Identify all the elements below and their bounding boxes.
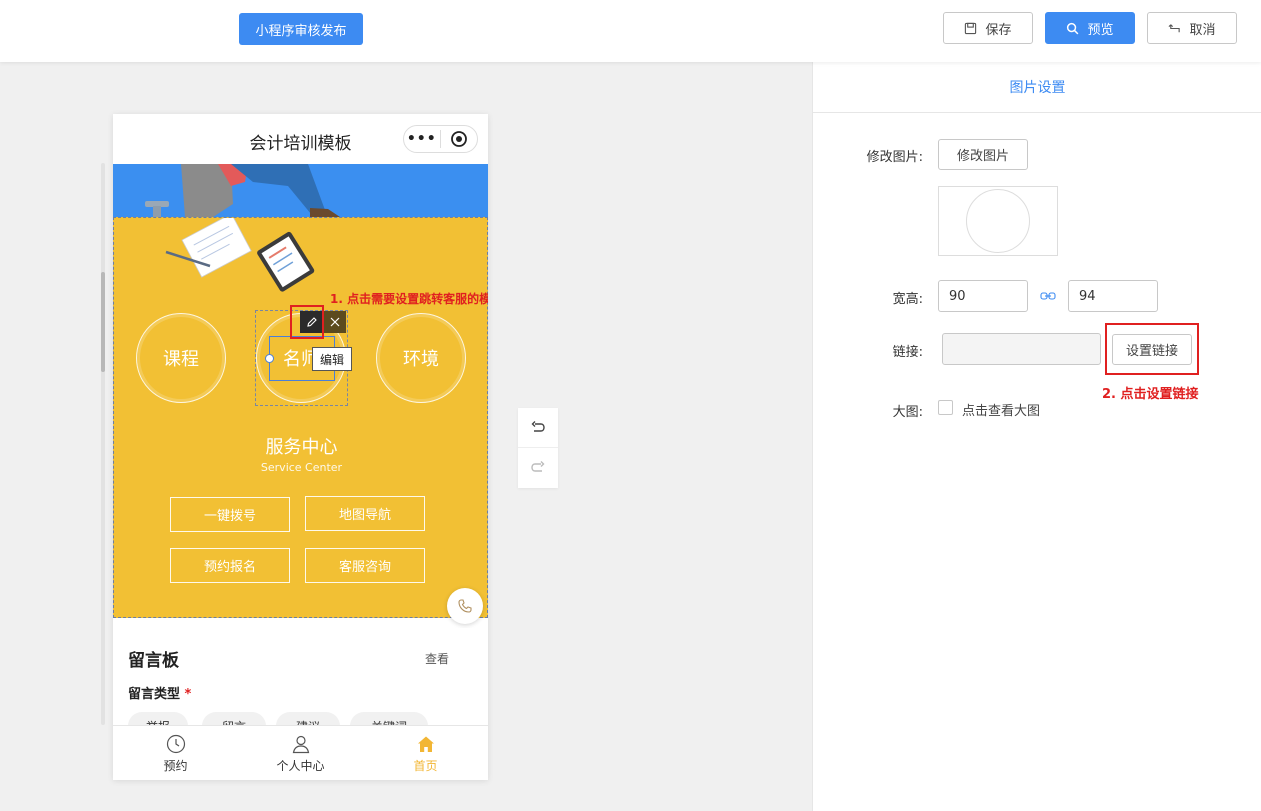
image-settings-panel: 图片设置 修改图片: 修改图片 宽高: 链接: 设置链接 2. 点击设置链接 大…	[812, 62, 1261, 811]
tab-booking[interactable]: 预约	[113, 726, 238, 780]
link-label: 链接:	[892, 345, 923, 360]
call-button[interactable]: 一键拨号	[170, 497, 290, 532]
close-target-icon[interactable]	[441, 130, 478, 148]
link-input[interactable]	[942, 333, 1101, 365]
annotation-highlight-edit	[290, 305, 324, 339]
phone-preview: 会计培训模板 ••• 课程 名师 环境 编辑 1. 点击需要设置跳转客服的模 服…	[113, 114, 488, 780]
width-input[interactable]	[938, 280, 1028, 312]
message-board-title: 留言板	[128, 651, 179, 671]
message-type-label: 留言类型 *	[128, 683, 191, 702]
map-navigation-button[interactable]: 地图导航	[305, 496, 425, 531]
history-toolbar	[518, 408, 558, 488]
tab-label: 首页	[413, 758, 438, 773]
change-image-button[interactable]: 修改图片	[938, 139, 1028, 170]
annotation-step-1: 1. 点击需要设置跳转客服的模块编辑按钮	[330, 292, 488, 306]
mini-program-capsule: •••	[403, 125, 478, 153]
banner-image[interactable]	[113, 164, 488, 217]
large-image-label: 大图:	[892, 405, 923, 420]
save-button-label: 保存	[985, 22, 1012, 38]
customer-service-button[interactable]: 客服咨询	[305, 548, 425, 583]
banner-illustration	[145, 164, 340, 217]
undo-arrow-icon	[1169, 23, 1181, 32]
height-input[interactable]	[1068, 280, 1158, 312]
bottom-tab-bar: 预约 个人中心 首页	[113, 725, 488, 780]
tab-profile[interactable]: 个人中心	[238, 726, 363, 780]
top-toolbar: 小程序审核发布 保存 预览 取消	[0, 0, 1261, 62]
service-title: 服务中心	[265, 437, 338, 458]
canvas-scrollbar-track[interactable]	[101, 163, 105, 725]
more-dots-icon[interactable]: •••	[404, 130, 441, 148]
home-icon	[417, 736, 434, 752]
save-button[interactable]: 保存	[943, 12, 1033, 44]
preview-button-label: 预览	[1087, 22, 1114, 38]
tab-label: 个人中心	[276, 758, 325, 773]
large-image-checkbox[interactable]	[938, 400, 953, 415]
booking-button[interactable]: 预约报名	[170, 548, 290, 583]
required-mark: *	[184, 687, 192, 702]
message-board-more-link[interactable]: 查看	[425, 650, 449, 667]
preview-button[interactable]: 预览	[1045, 12, 1135, 44]
large-image-checkbox-label[interactable]: 点击查看大图	[962, 400, 1040, 419]
search-icon	[1067, 22, 1079, 34]
image-preview-circle	[966, 189, 1030, 253]
resize-handle[interactable]	[265, 354, 274, 363]
annotation-highlight-link	[1105, 323, 1199, 375]
edit-tooltip: 编辑	[312, 347, 352, 371]
tab-label: 预约	[163, 758, 188, 773]
message-board: 留言板 查看 留言类型 * 举报 留言 建议 关键词	[113, 628, 488, 740]
environment-circle[interactable]: 环境	[376, 313, 466, 403]
close-icon[interactable]	[323, 311, 346, 333]
undo-icon[interactable]	[518, 408, 558, 448]
clock-icon	[166, 734, 185, 753]
publish-button[interactable]: 小程序审核发布	[239, 13, 363, 45]
panel-title[interactable]: 图片设置	[813, 62, 1261, 113]
annotation-step-2: 2. 点击设置链接	[1102, 387, 1199, 402]
cancel-button-label: 取消	[1189, 22, 1216, 38]
service-module[interactable]: 课程 名师 环境 编辑 1. 点击需要设置跳转客服的模块编辑按钮 服务中心 Se…	[113, 217, 488, 618]
course-circle[interactable]: 课程	[136, 313, 226, 403]
change-image-label: 修改图片:	[866, 150, 923, 165]
phone-nav-bar: 会计培训模板 •••	[113, 114, 488, 164]
canvas-scrollbar-thumb[interactable]	[101, 272, 105, 372]
save-icon	[965, 22, 977, 34]
tab-home[interactable]: 首页	[363, 726, 488, 780]
size-label: 宽高:	[892, 292, 923, 307]
user-icon	[292, 735, 309, 753]
link-ratio-icon[interactable]	[1040, 290, 1056, 305]
phone-float-icon[interactable]	[447, 588, 483, 624]
service-subtitle: Service Center	[260, 461, 343, 474]
image-preview	[938, 186, 1058, 256]
cancel-button[interactable]: 取消	[1147, 12, 1237, 44]
redo-icon[interactable]	[518, 448, 558, 488]
message-type-text: 留言类型	[128, 687, 181, 702]
